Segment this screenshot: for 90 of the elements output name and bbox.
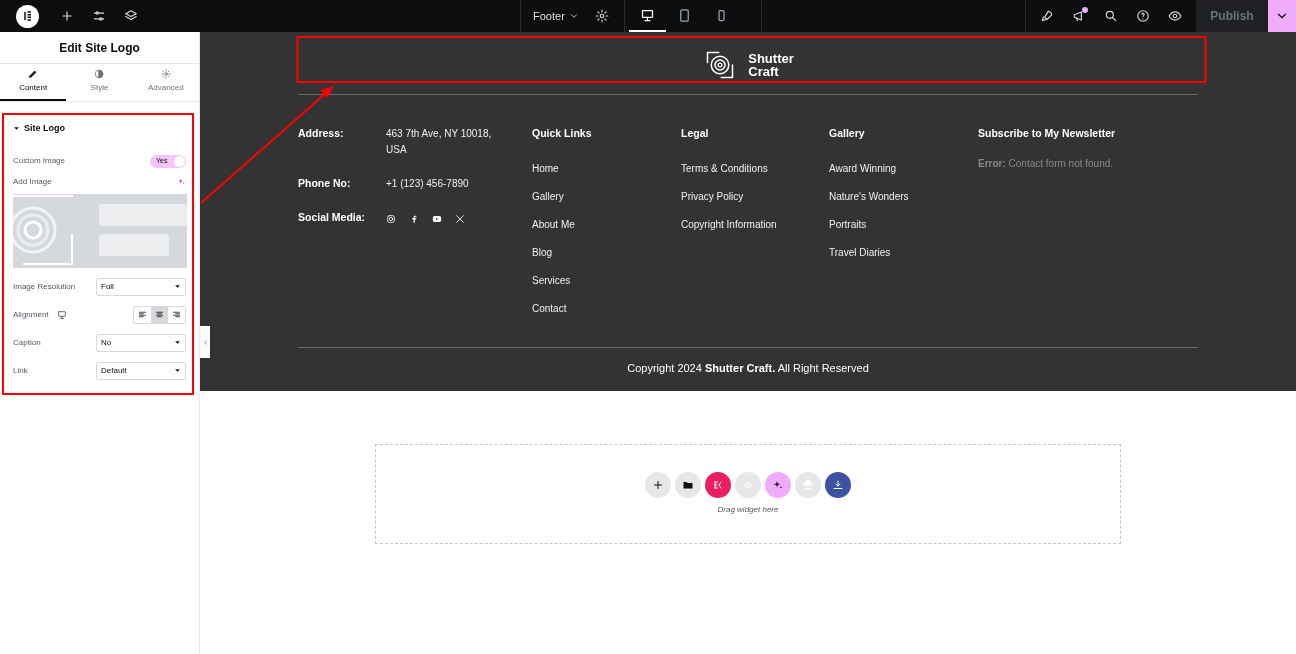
logo-text: Shutter: [748, 52, 794, 65]
footer-link[interactable]: Services: [532, 273, 681, 302]
select-field[interactable]: Default: [96, 361, 186, 380]
gear-icon: [160, 69, 171, 79]
caret-down-icon: [174, 367, 181, 374]
footer-link[interactable]: Award Winning: [829, 161, 978, 190]
x-icon: [455, 214, 465, 224]
drop-hint: Drag widget here: [717, 504, 779, 516]
panel-tab[interactable]: Advanced: [132, 64, 199, 101]
kit-icon: [712, 479, 724, 491]
field-label: Caption: [13, 336, 41, 349]
chevron-down-icon: [568, 11, 579, 21]
pencil-icon: [28, 69, 39, 79]
footer-link[interactable]: Nature's Wonders: [829, 189, 978, 218]
facebook-link[interactable]: [409, 214, 419, 226]
download-button[interactable]: [825, 472, 851, 498]
chevron-left-icon: [201, 338, 209, 346]
logo-button[interactable]: [16, 4, 39, 28]
footer-link[interactable]: Blog: [532, 245, 681, 274]
footer-link[interactable]: About Me: [532, 217, 681, 246]
panel-tab[interactable]: Content: [0, 64, 67, 101]
instagram-link[interactable]: [386, 214, 396, 226]
column-heading: Legal: [681, 126, 710, 141]
tablet-icon: [677, 7, 692, 23]
caret-down-icon: [13, 125, 20, 133]
align-left-icon: [138, 310, 147, 319]
field-label: Link: [13, 364, 28, 377]
document-dropdown[interactable]: Footer: [533, 7, 579, 25]
youtube-icon: [432, 214, 442, 224]
panel-tab[interactable]: Style: [66, 64, 133, 101]
folder-icon: [682, 479, 694, 491]
caret-down-icon: [174, 283, 181, 290]
gear-icon: [594, 9, 609, 23]
x-link[interactable]: [455, 214, 465, 226]
section-header[interactable]: Site Logo: [13, 122, 186, 136]
column-heading: Quick Links: [532, 126, 593, 141]
footer-link[interactable]: Privacy Policy: [681, 189, 829, 218]
error-message: Error: Contact form not found.: [978, 156, 1115, 171]
sparkle-button[interactable]: [765, 472, 791, 498]
footer-link[interactable]: Copyright Information: [681, 217, 829, 246]
contrast-icon: [94, 69, 105, 79]
field-label: Custom Image: [13, 155, 66, 167]
instagram-icon: [386, 214, 396, 224]
align-center-icon: [155, 310, 164, 319]
field-label: Add Image: [13, 175, 52, 188]
column-heading: Subscribe to My Newsletter: [978, 126, 1117, 141]
cloud-icon: [802, 479, 814, 491]
facebook-icon: [409, 214, 419, 224]
contact-label: Social Media:: [298, 210, 367, 225]
search-icon: [1104, 9, 1118, 23]
logo-icon: [21, 10, 34, 22]
plus-icon: [652, 479, 664, 491]
logo-text: Craft: [748, 65, 780, 78]
folder-button[interactable]: [675, 472, 701, 498]
contact-value: +1 (123) 456-7890: [386, 177, 470, 191]
desktop-icon: [56, 309, 67, 320]
contact-label: Phone No:: [298, 176, 352, 191]
column-heading: Gallery: [829, 126, 866, 141]
add-button[interactable]: [645, 472, 671, 498]
download-icon: [832, 479, 844, 491]
field-label: Alignment: [13, 308, 49, 321]
layers-icon: [124, 9, 138, 23]
select-field[interactable]: No: [96, 333, 186, 352]
copyright-text: Copyright 2024 Shutter Craft. All Right Reserved: [627, 360, 869, 376]
footer-link[interactable]: Home: [532, 161, 681, 190]
select-field[interactable]: Full: [96, 277, 186, 296]
sliders-icon: [92, 9, 106, 23]
rocket-icon: [1040, 9, 1054, 23]
footer-link[interactable]: Terms & Conditions: [681, 161, 829, 190]
eye-icon: [1168, 9, 1182, 23]
sparkle-icon: [177, 177, 186, 186]
contact-value: 463 7th Ave, NY 10018, USA: [386, 127, 493, 157]
help-button[interactable]: [1134, 7, 1152, 25]
align-right-icon: [172, 310, 181, 319]
caret-down-icon: [174, 339, 181, 346]
ring-icon: [742, 479, 754, 491]
kit-button[interactable]: [705, 472, 731, 498]
footer-link[interactable]: Travel Diaries: [829, 245, 978, 274]
align-option[interactable]: [151, 306, 168, 323]
help-icon: [1136, 9, 1150, 23]
field-label: Image Resolution: [13, 280, 76, 293]
plus-icon: [60, 9, 74, 23]
ai-button[interactable]: [177, 177, 186, 186]
footer-link[interactable]: Portraits: [829, 217, 978, 246]
panel-title: Edit Site Logo: [0, 32, 199, 64]
desktop-icon: [640, 7, 655, 23]
footer-link[interactable]: Contact: [532, 301, 681, 330]
contact-label: Address:: [298, 126, 345, 141]
footer-link[interactable]: Gallery: [532, 189, 681, 218]
settings-button[interactable]: [594, 9, 609, 23]
